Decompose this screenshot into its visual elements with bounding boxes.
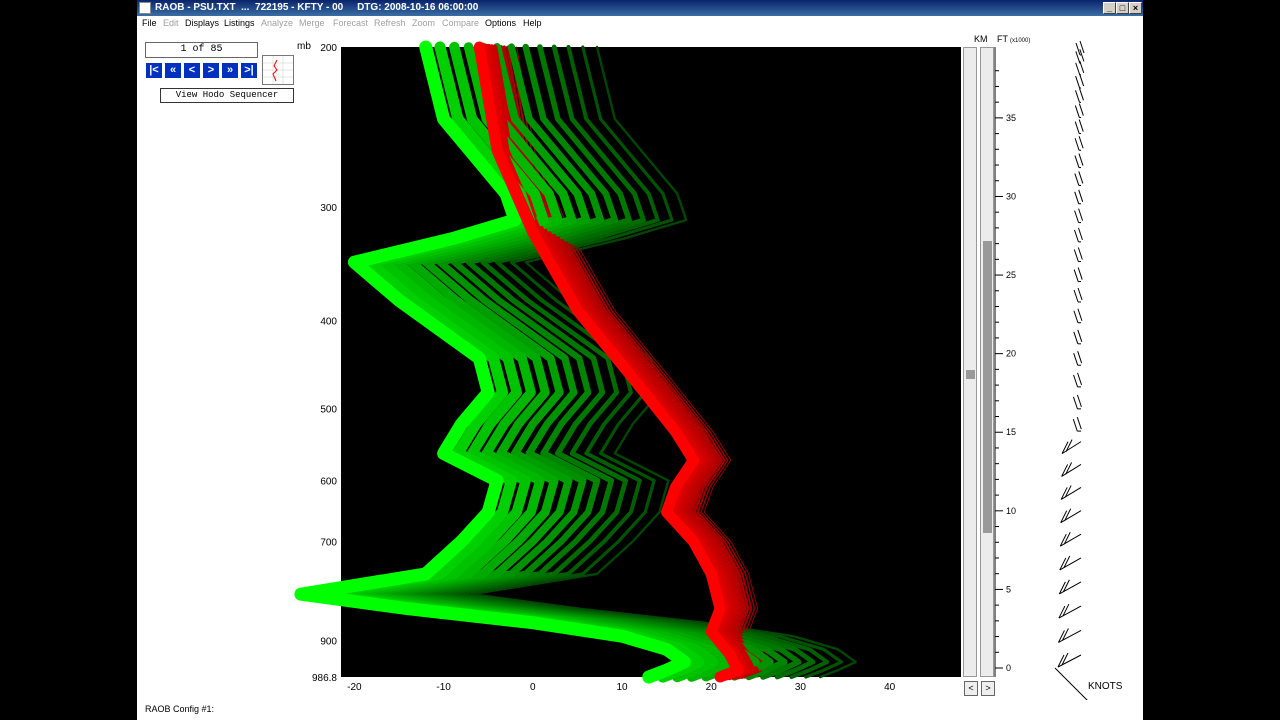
- temperature-tick-label: 40: [884, 682, 896, 693]
- temperature-axis: -20 -10 0 10 20 30 40: [347, 682, 895, 693]
- wind-barb-feather: [1078, 119, 1084, 132]
- scroll-right-button[interactable]: >: [981, 681, 995, 696]
- wind-unit-label: KNOTS: [1088, 681, 1123, 692]
- wind-barb-feather: [1074, 191, 1080, 204]
- wind-barb-feather: [1078, 136, 1084, 149]
- wind-barb-feather: [1079, 73, 1085, 87]
- pressure-tick-label: 200: [320, 43, 337, 54]
- sounding-scrollbar[interactable]: [963, 47, 977, 677]
- pressure-tick-label: 700: [320, 537, 337, 548]
- wind-barb-feather: [1077, 329, 1083, 342]
- pressure-tick-label: 986.8: [312, 673, 337, 684]
- scroll-thumb[interactable]: [966, 370, 975, 379]
- wind-barb-feather: [1074, 210, 1080, 223]
- wind-barb: [1054, 667, 1088, 700]
- wind-barb-feather: [1077, 351, 1083, 364]
- wind-barb-feather: [1077, 287, 1083, 301]
- wind-barb-feather: [1074, 155, 1080, 168]
- wind-barb-feather: [1073, 289, 1079, 303]
- wind-barb-feather: [1078, 189, 1084, 202]
- temperature-tick-label: 10: [616, 682, 628, 693]
- wind-barb-feather: [1073, 269, 1079, 282]
- ft-unit-note: (x1000): [1010, 38, 1030, 44]
- height-tick-label: 35: [1006, 113, 1016, 123]
- wind-barb-feather: [1072, 418, 1078, 432]
- height-tick-label: 25: [1006, 270, 1016, 280]
- wind-barb-feather: [1072, 396, 1078, 410]
- wind-barb-feather: [1073, 310, 1079, 323]
- height-tick-label: 5: [1006, 584, 1011, 594]
- wind-barb-feather: [1073, 331, 1079, 344]
- height-range-bar[interactable]: [980, 47, 994, 677]
- wind-barb-feather: [1073, 229, 1079, 243]
- wind-barb-feather: [1079, 60, 1085, 74]
- wind-barb-feather: [1077, 227, 1083, 241]
- wind-barb-feather: [1074, 138, 1080, 151]
- wind-barb-feather: [1076, 416, 1082, 430]
- wind-barb-feather: [1077, 267, 1083, 280]
- wind-barb-feather: [1074, 105, 1080, 118]
- pressure-tick-label: 300: [320, 203, 337, 214]
- wind-barb-feather: [1078, 153, 1084, 166]
- pressure-tick-label: 500: [320, 405, 337, 416]
- temperature-tick-label: 30: [795, 682, 807, 693]
- wind-barb-feather: [1077, 308, 1083, 321]
- temperature-tick-label: -20: [347, 682, 362, 693]
- raob-window: RAOB - PSU.TXT ... 722195 - KFTY - 00 DT…: [137, 0, 1143, 720]
- wind-barbs: [1054, 40, 1088, 700]
- height-tick-label: 30: [1006, 191, 1016, 201]
- height-tick-label: 15: [1006, 427, 1016, 437]
- wind-barb-feather: [1073, 374, 1079, 388]
- wind-barb-feather: [1079, 88, 1084, 101]
- wind-barb-feather: [1076, 394, 1082, 408]
- height-tick-label: 0: [1006, 663, 1011, 673]
- pressure-tick-label: 400: [320, 317, 337, 328]
- ft-axis-label: FT: [997, 34, 1008, 44]
- pressure-tick-label: 600: [320, 477, 337, 488]
- scroll-left-button[interactable]: <: [964, 681, 978, 696]
- wind-barb-feather: [1078, 208, 1084, 221]
- height-axis: 0 5 10 15 20 25 30 35: [994, 47, 1016, 677]
- wind-barb-feather: [1073, 249, 1079, 262]
- height-tick-label: 20: [1006, 349, 1016, 359]
- wind-barb-feather: [1078, 171, 1084, 184]
- km-axis-label: KM: [974, 34, 988, 44]
- temperature-tick-label: 0: [530, 682, 536, 693]
- wind-barb-feather: [1075, 90, 1080, 103]
- temperature-tick-label: 20: [706, 682, 718, 693]
- wind-barb-feather: [1073, 353, 1079, 366]
- wind-barb-feather: [1074, 173, 1080, 186]
- status-bar: RAOB Config #1:: [145, 704, 215, 714]
- height-tick-label: 10: [1006, 506, 1016, 516]
- height-range-selection[interactable]: [983, 241, 992, 533]
- wind-barb-feather: [1078, 103, 1084, 116]
- wind-barb-feather: [1075, 75, 1081, 89]
- wind-barb-feather: [1075, 62, 1081, 76]
- pressure-unit-label: mb: [297, 41, 311, 52]
- wind-barb-feather: [1077, 372, 1083, 386]
- temperature-tick-label: -10: [436, 682, 451, 693]
- wind-barb-feather: [1077, 247, 1083, 260]
- wind-barb-feather: [1065, 439, 1073, 452]
- wind-barb-feather: [1074, 121, 1080, 134]
- pressure-tick-label: 900: [320, 637, 337, 648]
